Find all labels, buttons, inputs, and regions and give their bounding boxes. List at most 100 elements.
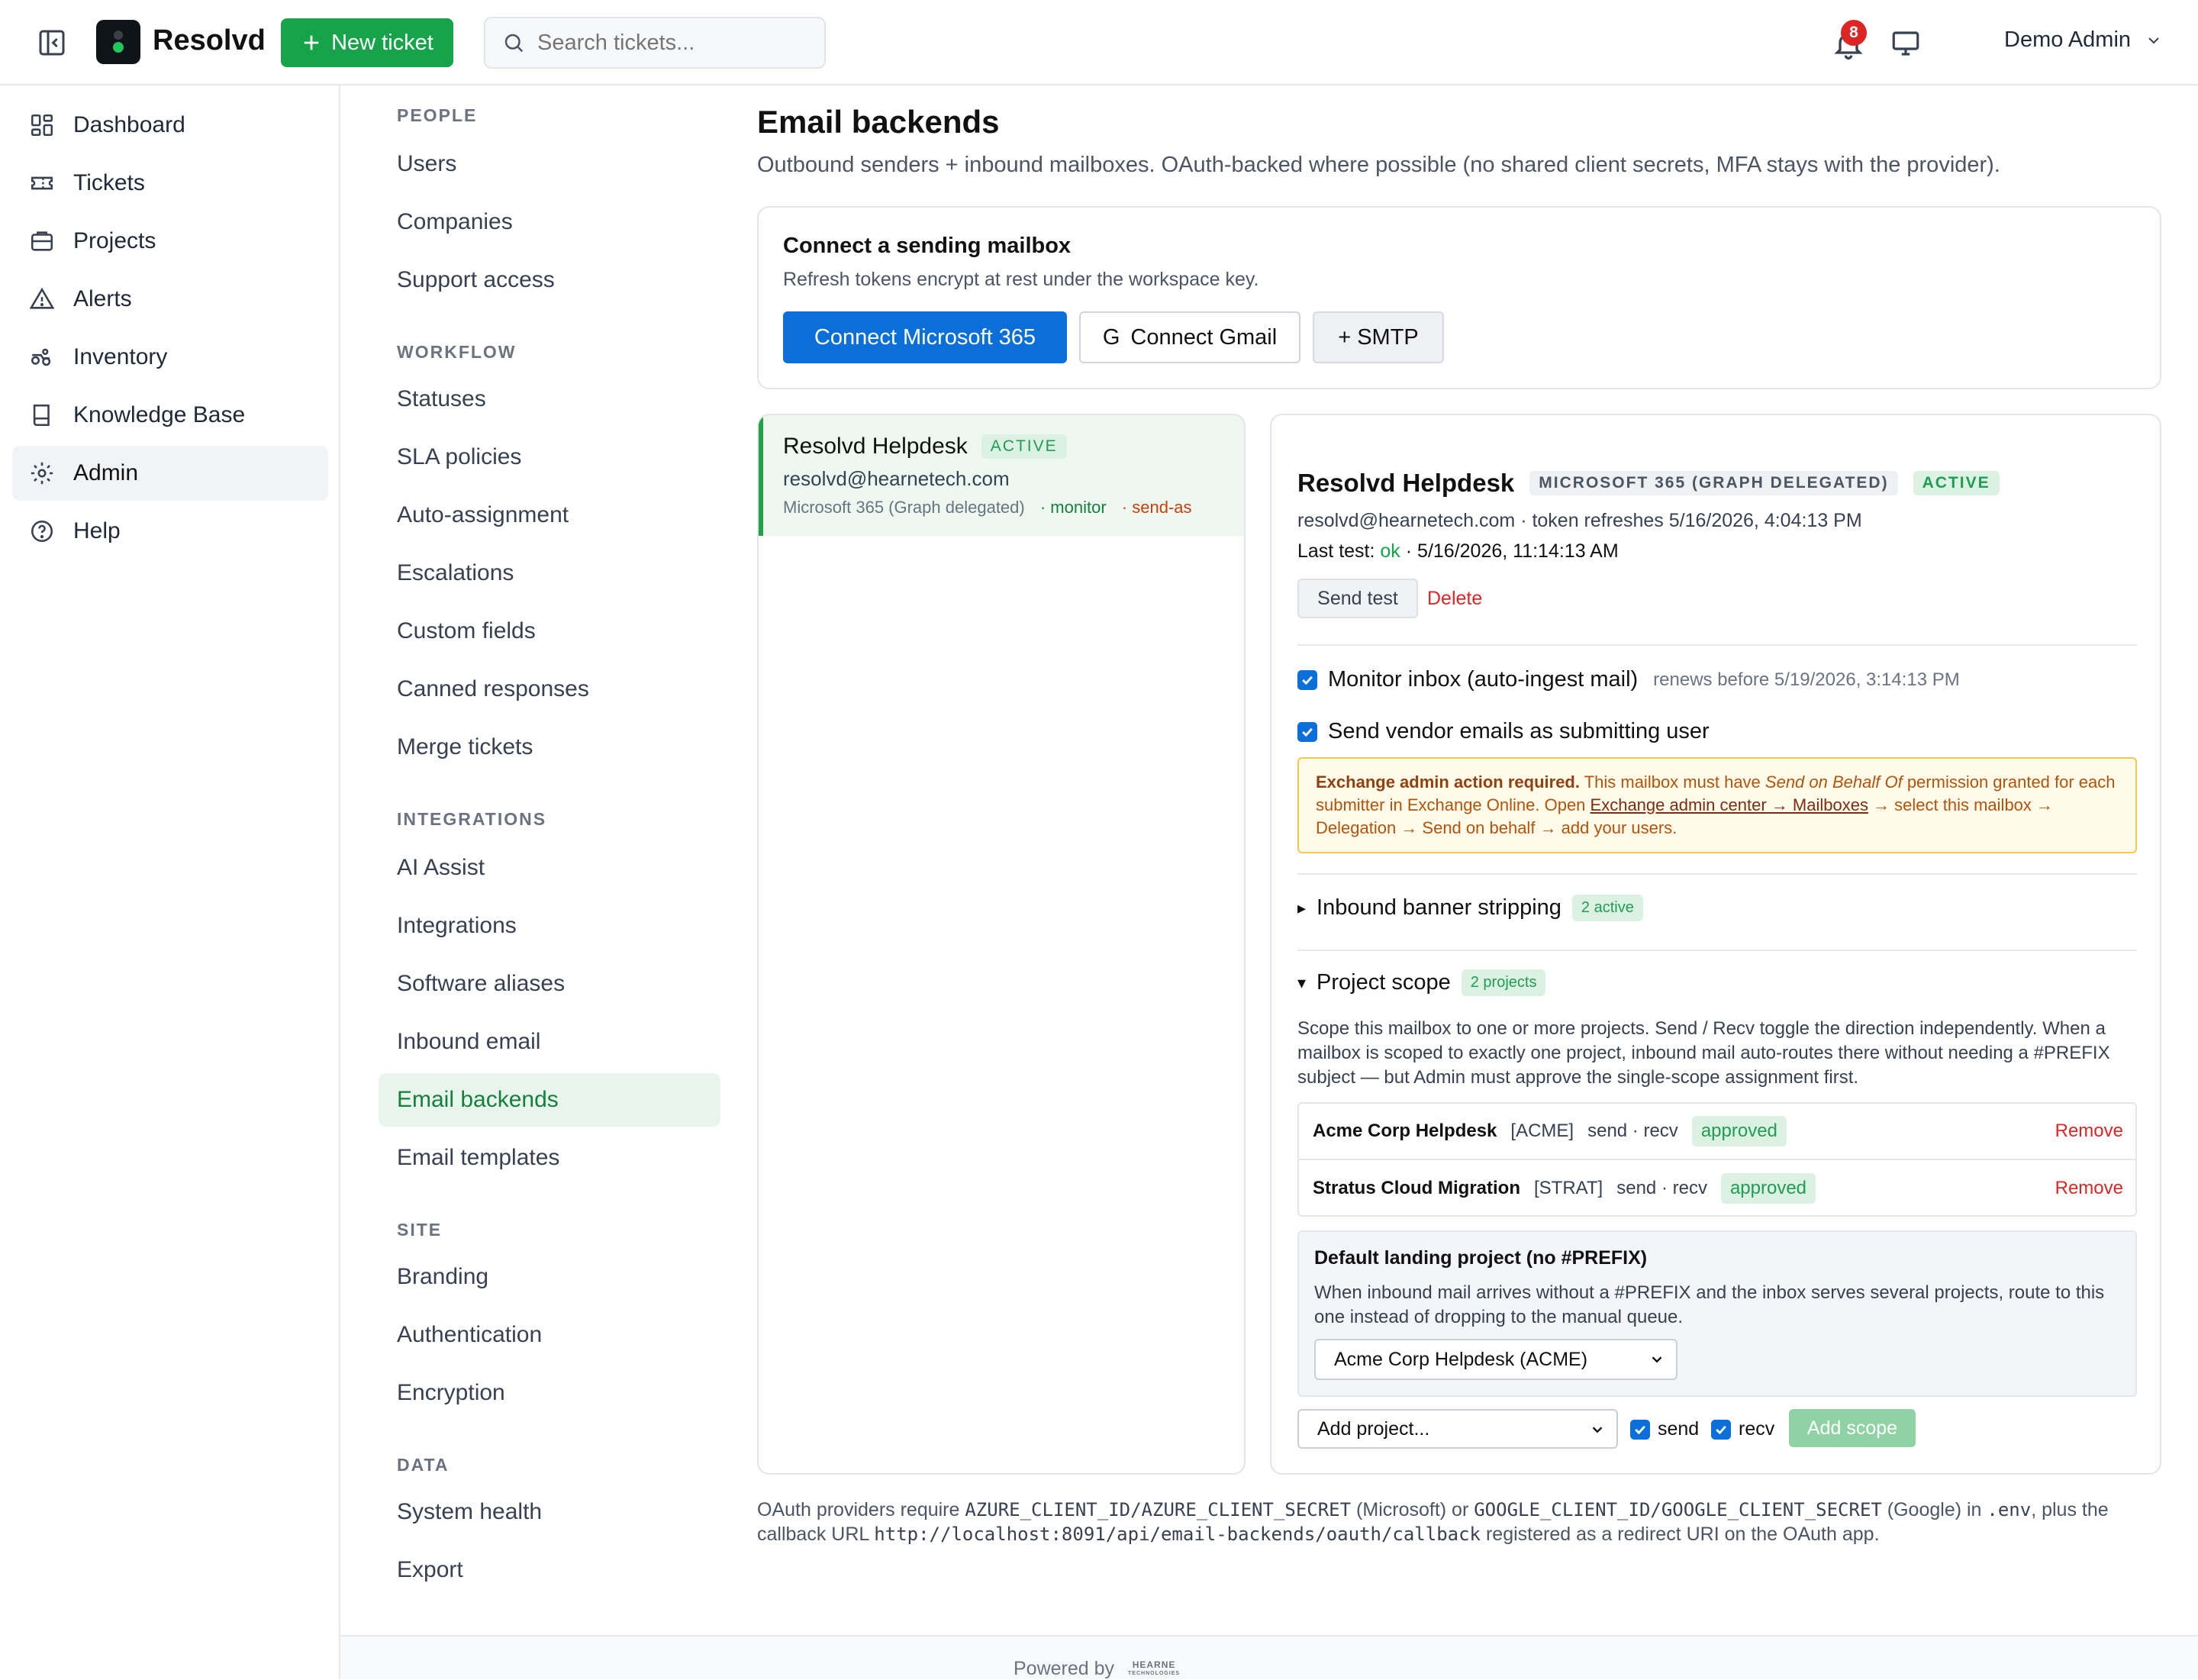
admin-statuses[interactable]: Statuses bbox=[379, 372, 720, 426]
connect-gmail-button[interactable]: G Connect Gmail bbox=[1079, 311, 1300, 363]
search-icon bbox=[504, 34, 524, 53]
admin-escalations[interactable]: Escalations bbox=[379, 547, 720, 600]
hearne-logo[interactable]: HEARNE TECHNOLOGIES bbox=[1128, 1660, 1180, 1678]
section-people: PEOPLE bbox=[397, 105, 478, 125]
landing-selected-value: Acme Corp Helpdesk (ACME) bbox=[1334, 1348, 1588, 1370]
add-smtp-button[interactable]: + SMTP bbox=[1313, 311, 1444, 363]
brand-name[interactable]: Resolvd bbox=[153, 24, 266, 57]
checkbox-checked-icon[interactable] bbox=[1630, 1419, 1650, 1440]
nav-label: Alerts bbox=[73, 286, 132, 311]
project-scope-toggle[interactable]: ▾ Project scope 2 projects bbox=[1297, 969, 1546, 996]
nav-label: Help bbox=[73, 518, 121, 543]
nav-label: Admin bbox=[73, 460, 139, 485]
nav-knowledge-base[interactable]: Knowledge Base bbox=[12, 388, 328, 443]
new-ticket-button[interactable]: New ticket bbox=[281, 18, 453, 67]
logo-icon[interactable] bbox=[96, 20, 140, 64]
footnote-text: registered as a redirect URI on the OAut… bbox=[1481, 1524, 1880, 1545]
admin-inbound-email[interactable]: Inbound email bbox=[379, 1015, 720, 1069]
add-project-placeholder: Add project... bbox=[1317, 1417, 1430, 1440]
monitor-icon[interactable] bbox=[1890, 27, 1922, 60]
nav-dashboard[interactable]: Dashboard bbox=[12, 98, 328, 153]
connect-microsoft-button[interactable]: Connect Microsoft 365 bbox=[783, 311, 1067, 363]
admin-companies[interactable]: Companies bbox=[379, 195, 720, 249]
table-row: Stratus Cloud Migration [STRAT] send · r… bbox=[1299, 1160, 2135, 1217]
book-icon bbox=[33, 404, 50, 427]
recv-label: recv bbox=[1739, 1418, 1775, 1440]
send-label: send bbox=[1658, 1418, 1700, 1440]
nav-inventory[interactable]: Inventory bbox=[12, 330, 328, 385]
nav-tickets[interactable]: Tickets bbox=[12, 156, 328, 211]
nav-admin[interactable]: Admin bbox=[12, 446, 328, 501]
nav-label: Inventory bbox=[73, 344, 168, 369]
admin-auto-assignment[interactable]: Auto-assignment bbox=[379, 489, 720, 542]
last-test-time: · 5/16/2026, 11:14:13 AM bbox=[1405, 540, 1619, 562]
add-project-select[interactable]: Add project... bbox=[1297, 1409, 1618, 1449]
admin-authentication[interactable]: Authentication bbox=[379, 1308, 720, 1362]
provider-badge: MICROSOFT 365 (GRAPH DELEGATED) bbox=[1529, 471, 1898, 495]
powered-by-label: Powered by bbox=[1014, 1658, 1115, 1679]
mailbox-list-item[interactable]: Resolvd Helpdesk ACTIVE resolvd@hearnete… bbox=[759, 415, 1244, 536]
send-vendor-checkbox[interactable]: Send vendor emails as submitting user bbox=[1297, 719, 1710, 744]
admin-email-templates[interactable]: Email templates bbox=[379, 1131, 720, 1185]
checkbox-checked-icon[interactable] bbox=[1297, 669, 1317, 690]
exchange-admin-link[interactable]: Exchange admin center → Mailboxes bbox=[1590, 795, 1868, 814]
footnote-code: .env bbox=[1987, 1499, 2032, 1520]
user-menu[interactable]: Demo Admin bbox=[2004, 27, 2163, 53]
checkbox-checked-icon[interactable] bbox=[1297, 721, 1317, 742]
monitor-inbox-checkbox[interactable]: Monitor inbox (auto-ingest mail) renews … bbox=[1297, 667, 1960, 692]
oauth-footnote: OAuth providers require AZURE_CLIENT_ID/… bbox=[757, 1498, 2169, 1546]
banner-stripping-toggle[interactable]: ▸ Inbound banner stripping 2 active bbox=[1297, 895, 1643, 921]
admin-integrations[interactable]: Integrations bbox=[379, 899, 720, 953]
send-vendor-label: Send vendor emails as submitting user bbox=[1328, 719, 1710, 743]
checkbox-checked-icon[interactable] bbox=[1711, 1419, 1731, 1440]
add-scope-button[interactable]: Add scope bbox=[1789, 1409, 1916, 1447]
table-row: Acme Corp Helpdesk [ACME] send · recv ap… bbox=[1299, 1104, 2135, 1160]
nav-help[interactable]: Help bbox=[12, 504, 328, 559]
monitor-inbox-label: Monitor inbox (auto-ingest mail) bbox=[1328, 667, 1639, 692]
admin-canned-responses[interactable]: Canned responses bbox=[379, 663, 720, 716]
admin-ai-assist[interactable]: AI Assist bbox=[379, 841, 720, 895]
admin-email-backends[interactable]: Email backends bbox=[379, 1073, 720, 1127]
section-data: DATA bbox=[397, 1455, 450, 1475]
section-integrations: INTEGRATIONS bbox=[397, 809, 547, 829]
admin-users[interactable]: Users bbox=[379, 137, 720, 191]
send-checkbox[interactable]: send bbox=[1630, 1418, 1699, 1440]
nav-projects[interactable]: Projects bbox=[12, 214, 328, 269]
admin-encryption[interactable]: Encryption bbox=[379, 1366, 720, 1420]
search-input[interactable] bbox=[537, 30, 812, 56]
mailbox-item-meta: Microsoft 365 (Graph delegated) · monito… bbox=[783, 498, 1192, 518]
top-bar: Resolvd New ticket 8 Demo Admin bbox=[0, 0, 2198, 85]
admin-system-health[interactable]: System health bbox=[379, 1485, 720, 1539]
divider bbox=[1297, 873, 2137, 875]
remove-scope-button[interactable]: Remove bbox=[2055, 1178, 2123, 1199]
remove-scope-button[interactable]: Remove bbox=[2055, 1121, 2123, 1142]
admin-export[interactable]: Export bbox=[379, 1543, 720, 1597]
inventory-icon bbox=[31, 348, 51, 366]
monitor-renew-note: renews before 5/19/2026, 3:14:13 PM bbox=[1653, 669, 1960, 690]
footnote-text: (Google) in bbox=[1881, 1499, 1987, 1520]
last-test-label: Last test: bbox=[1297, 540, 1375, 562]
warning-emphasis: Send on Behalf Of bbox=[1765, 772, 1903, 792]
footnote-text: (Microsoft) or bbox=[1351, 1499, 1474, 1520]
landing-title: Default landing project (no #PREFIX) bbox=[1314, 1247, 1648, 1269]
admin-support-access[interactable]: Support access bbox=[379, 253, 720, 307]
admin-sla-policies[interactable]: SLA policies bbox=[379, 430, 720, 484]
status-badge: ACTIVE bbox=[981, 434, 1067, 459]
project-count-badge: 2 projects bbox=[1461, 969, 1546, 996]
approved-badge: approved bbox=[1720, 1173, 1816, 1204]
recv-checkbox[interactable]: recv bbox=[1711, 1418, 1774, 1440]
admin-custom-fields[interactable]: Custom fields bbox=[379, 605, 720, 658]
nav-alerts[interactable]: Alerts bbox=[12, 272, 328, 327]
caret-down-icon: ▾ bbox=[1297, 972, 1307, 992]
page-subtitle: Outbound senders + inbound mailboxes. OA… bbox=[757, 153, 2000, 177]
search-box[interactable] bbox=[484, 17, 826, 69]
admin-software-aliases[interactable]: Software aliases bbox=[379, 957, 720, 1011]
admin-merge-tickets[interactable]: Merge tickets bbox=[379, 721, 720, 774]
landing-project-select[interactable]: Acme Corp Helpdesk (ACME) bbox=[1314, 1339, 1678, 1380]
delete-button[interactable]: Delete bbox=[1427, 588, 1482, 610]
send-test-button[interactable]: Send test bbox=[1297, 579, 1418, 618]
admin-branding[interactable]: Branding bbox=[379, 1250, 720, 1304]
sidebar-toggle-icon[interactable] bbox=[37, 27, 67, 58]
mailbox-item-header: Resolvd Helpdesk ACTIVE bbox=[783, 434, 1067, 460]
chevron-down-icon bbox=[2148, 37, 2159, 44]
